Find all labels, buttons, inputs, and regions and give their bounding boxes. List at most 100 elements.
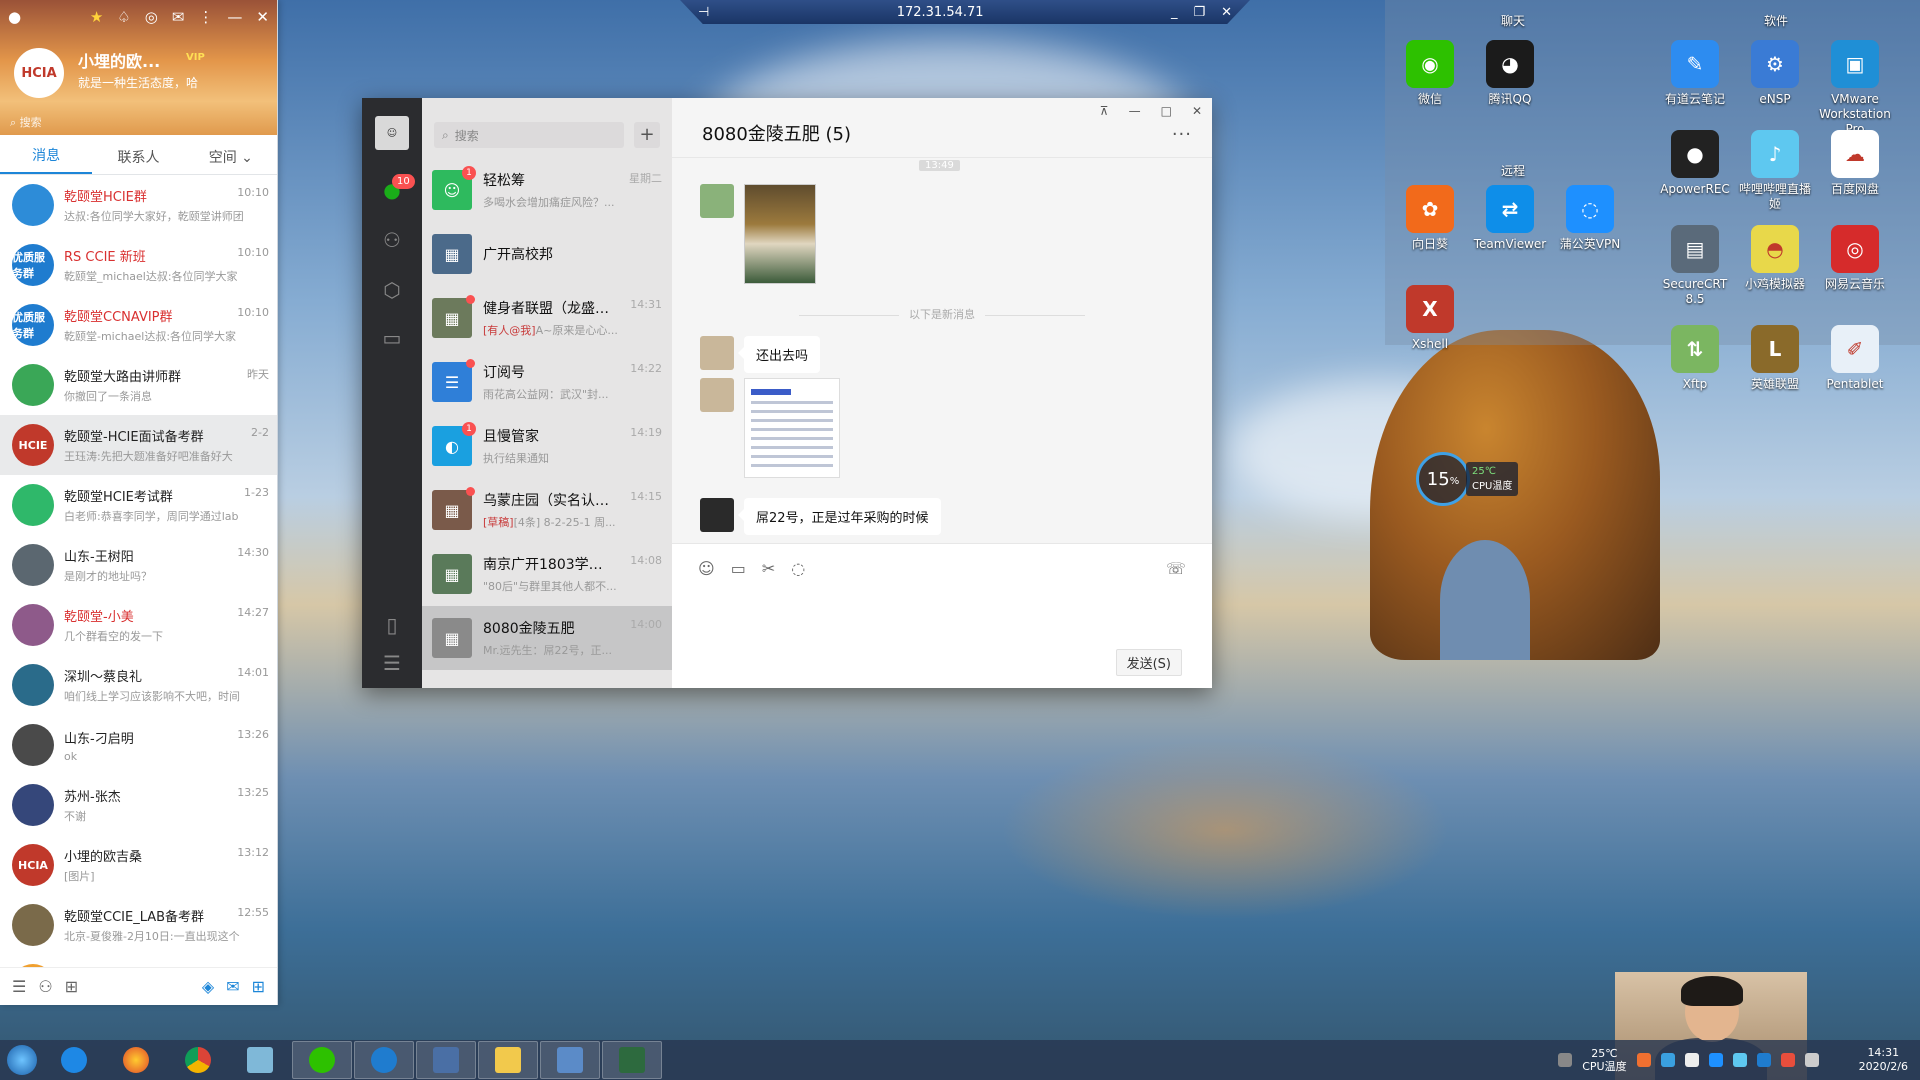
apps-icon[interactable]: ⊞ [252, 977, 265, 996]
list-item[interactable]: 乾颐堂-小美 14:27 几个群看空的发一下 [0, 595, 277, 655]
sender-avatar[interactable] [700, 336, 734, 370]
desktop-icon[interactable]: ✎ 有道云笔记 [1655, 40, 1735, 107]
more-icon[interactable]: ⋮ [198, 8, 213, 26]
list-item[interactable]: 乾颐堂HCIE群 10:10 达叔:各位同学大家好，乾颐堂讲师团 [0, 175, 277, 235]
mail-app-icon[interactable]: ✉ [226, 977, 239, 996]
terminal-icon[interactable] [602, 1041, 662, 1079]
tab-contacts[interactable]: 联系人 [92, 147, 184, 174]
star-icon[interactable]: ★ [90, 8, 103, 26]
network-icon[interactable] [1804, 1053, 1819, 1067]
desktop-icon[interactable]: ▣ VMware Workstation Pro [1815, 40, 1895, 137]
chat-item[interactable]: ▦ 乌蒙庄园（实名认证） 14:15 [草稿][4条] 8-2-25-1 周... [422, 478, 672, 542]
pin-icon[interactable]: ⊣ [698, 5, 709, 20]
add-friend-icon[interactable]: ⚇ [38, 977, 52, 996]
tab-messages[interactable]: 消息 [0, 145, 93, 174]
start-button[interactable] [0, 1040, 44, 1080]
desktop-icon[interactable]: ● ApowerREC [1655, 130, 1735, 197]
mail-icon[interactable]: ✉ [172, 8, 185, 26]
signature[interactable]: 就是一种生活态度，哈 [78, 74, 198, 91]
ie-icon[interactable] [44, 1041, 104, 1079]
tray-app-icon[interactable] [1636, 1053, 1651, 1067]
tab-space[interactable]: 空间 ⌄ [185, 147, 277, 174]
avatar[interactable]: HCIA [14, 48, 64, 98]
chat-item[interactable]: ☰ 订阅号 14:22 雨花高公益网：武汉"封... [422, 350, 672, 414]
tray-app-icon[interactable] [1732, 1053, 1747, 1067]
wechat-taskbar-icon[interactable] [292, 1041, 352, 1079]
desktop-icon[interactable]: ♪ 哔哩哔哩直播姬 [1735, 130, 1815, 212]
list-item[interactable]: 乾颐堂大路由讲师群 昨天 你撤回了一条消息 [0, 355, 277, 415]
list-item[interactable]: 优质服务群 RS CCIE 新班 10:10 乾颐堂_michael达叔:各位同学大家 [0, 235, 277, 295]
skin-icon[interactable]: ◎ [145, 8, 158, 26]
image-message[interactable] [744, 184, 816, 284]
close-icon[interactable]: ✕ [1221, 5, 1232, 20]
contacts-icon[interactable]: ⚇ [362, 228, 422, 252]
qq-status-icon[interactable]: ● [8, 8, 21, 26]
shirt-icon[interactable]: ♤ [117, 8, 130, 26]
menu-icon[interactable]: ☰ [12, 977, 26, 996]
desktop-icon[interactable]: L 英雄联盟 [1735, 325, 1815, 392]
list-item[interactable]: 乾颐堂HCIE考试群 1-23 白老师:恭喜李同学，周同学通过lab [0, 475, 277, 535]
notes-icon[interactable] [230, 1041, 290, 1079]
tray-app-icon[interactable] [1780, 1053, 1795, 1067]
list-item[interactable]: 乾颐堂CCIE_LAB备考群 12:55 北京-夏俊雅-2月10日:一直出现这个 [0, 895, 277, 955]
chat-item[interactable]: ▦ 广开高校邦 [422, 222, 672, 286]
chat-item[interactable]: ▦ 南京广开1803学生群 14:08 "80后"与群里其他人都不... [422, 542, 672, 606]
desktop-icon[interactable]: ⇄ TeamViewer [1470, 185, 1550, 252]
tray-app-icon[interactable] [1756, 1053, 1771, 1067]
close-icon[interactable]: ✕ [256, 8, 269, 26]
tencent-icon[interactable]: ◈ [202, 977, 214, 996]
sender-avatar[interactable] [700, 378, 734, 412]
qq-group-taskbar-icon[interactable] [354, 1041, 414, 1079]
list-item[interactable]: 苏州-张杰 13:25 不谢 [0, 775, 277, 835]
desktop-icon[interactable]: ◕ 腾讯QQ [1470, 40, 1550, 107]
explorer-icon[interactable] [478, 1041, 538, 1079]
tray-cpu-temp[interactable]: 25℃ CPU温度 [1582, 1047, 1626, 1073]
phone-icon[interactable]: ▯ [362, 613, 422, 637]
maximize-icon[interactable]: □ [1161, 104, 1172, 118]
chat-item[interactable]: ☺ 1 轻松筹 星期二 多喝水会增加痛症风险？... [422, 158, 672, 222]
desktop-icon[interactable]: ◉ 微信 [1390, 40, 1470, 107]
clock[interactable]: 14:31 2020/2/6 [1859, 1046, 1908, 1074]
chrome-icon[interactable] [168, 1041, 228, 1079]
close-icon[interactable]: ✕ [1192, 104, 1202, 118]
restore-icon[interactable]: ❐ [1193, 5, 1205, 20]
favorites-icon[interactable]: ⬡ [362, 278, 422, 302]
chat-history-icon[interactable]: ◌ [791, 559, 805, 578]
voice-call-icon[interactable]: ☏ [1166, 559, 1186, 578]
desktop-icon[interactable]: ☁ 百度网盘 [1815, 130, 1895, 197]
desktop-icon[interactable]: X Xshell [1390, 285, 1470, 352]
minimize-icon[interactable]: — [1129, 104, 1141, 118]
more-options-icon[interactable]: ··· [1172, 124, 1192, 145]
pin-icon[interactable]: ⊼ [1100, 104, 1109, 118]
image-message[interactable] [744, 378, 840, 478]
scissors-icon[interactable]: ✂ [762, 559, 775, 578]
sender-avatar[interactable] [700, 184, 734, 218]
desktop-icon[interactable]: ⚙ eNSP [1735, 40, 1815, 107]
list-item[interactable]: HCIE 乾颐堂-HCIE面试备考群 2-2 王珏涛:先把大题准备好吧准备好大 [0, 415, 277, 475]
desktop-icon[interactable]: ◓ 小鸡模拟器 [1735, 225, 1815, 292]
firefox-icon[interactable] [106, 1041, 166, 1079]
folder-icon[interactable]: ▭ [731, 559, 746, 578]
files-icon[interactable]: ▭ [362, 326, 422, 350]
remote-desktop-icon[interactable] [540, 1041, 600, 1079]
desktop-icon[interactable]: ◌ 蒲公英VPN [1550, 185, 1630, 252]
emoji-icon[interactable]: ☺ [698, 559, 715, 578]
desktop-icon[interactable]: ✐ Pentablet [1815, 325, 1895, 392]
send-button[interactable]: 发送(S) [1115, 649, 1182, 676]
tray-app-icon[interactable] [1708, 1053, 1723, 1067]
keyboard-icon[interactable] [1558, 1053, 1573, 1067]
desktop-icon[interactable]: ⇅ Xftp [1655, 325, 1735, 392]
desktop-icon[interactable]: ◎ 网易云音乐 [1815, 225, 1895, 292]
sender-avatar[interactable] [700, 498, 734, 532]
add-button[interactable]: + [634, 122, 660, 148]
chat-item[interactable]: ▦ 8080金陵五肥 14:00 Mr.远先生：屌22号，正... [422, 606, 672, 670]
list-item[interactable]: 验证消息12:47飘荡的枫叶~~申请添加你为好友 [0, 955, 277, 967]
chat-item[interactable]: ◐ 1 且慢管家 14:19 执行结果通知 [422, 414, 672, 478]
desktop-icon[interactable]: ✿ 向日葵 [1390, 185, 1470, 252]
minimize-icon[interactable]: — [227, 8, 242, 26]
list-item[interactable]: 深圳～蔡良礼 14:01 咱们线上学习应该影响不大吧，时间 [0, 655, 277, 715]
message-input[interactable]: ☺ ▭ ✂ ◌ ☏ 发送(S) [672, 543, 1212, 688]
my-avatar[interactable]: ☺ [375, 116, 409, 150]
app-manager-icon[interactable]: ⊞ [65, 977, 78, 996]
qq-search-input[interactable]: ⌕ 搜索 [10, 114, 42, 130]
